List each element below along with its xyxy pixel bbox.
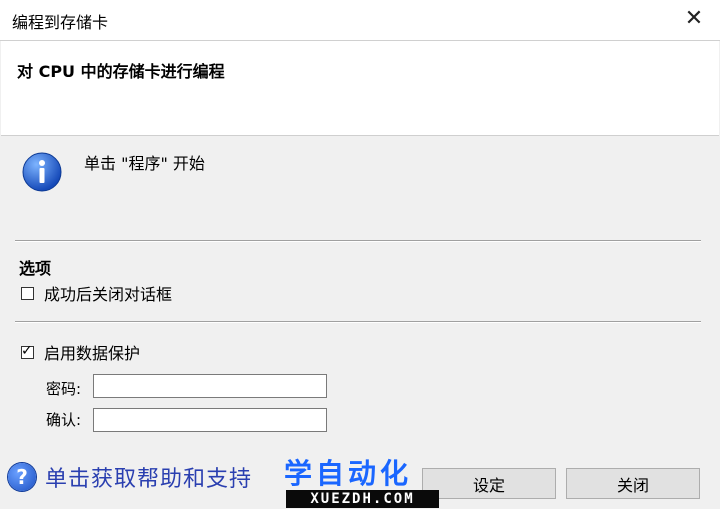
- help-link[interactable]: ? 单击获取帮助和支持: [8, 461, 252, 493]
- window-title: 编程到存储卡: [12, 13, 109, 32]
- close-on-success-label: 成功后关闭对话框: [44, 285, 173, 304]
- info-icon: [22, 152, 62, 192]
- set-button[interactable]: 设定: [422, 468, 556, 499]
- confirm-password-field[interactable]: [93, 408, 327, 432]
- enable-protection-checkbox[interactable]: ✓ 启用数据保护: [21, 340, 140, 364]
- header-title: 对 CPU 中的存储卡进行编程: [17, 62, 225, 81]
- password-field[interactable]: [93, 374, 327, 398]
- options-section-title: 选项: [19, 259, 52, 278]
- watermark-logo-en: XUEZDH.COM: [286, 490, 439, 508]
- checkbox-box[interactable]: [21, 286, 34, 300]
- close-on-success-checkbox[interactable]: 成功后关闭对话框: [21, 281, 172, 305]
- title-bar: 编程到存储卡 ✕: [0, 0, 720, 41]
- enable-protection-label: 启用数据保护: [44, 344, 141, 363]
- watermark-logo-cn: 学自动化: [284, 457, 413, 490]
- password-label: 密码:: [46, 380, 82, 398]
- checkbox-box-checked[interactable]: ✓: [21, 343, 34, 359]
- instruction-text: 单击 "程序" 开始: [84, 154, 205, 173]
- help-link-text[interactable]: 单击获取帮助和支持: [45, 461, 252, 493]
- check-icon: ✓: [21, 342, 33, 359]
- confirm-label: 确认:: [46, 411, 82, 429]
- question-icon: ?: [8, 463, 36, 491]
- close-icon[interactable]: ✕: [678, 4, 710, 34]
- divider: [15, 321, 701, 323]
- close-button[interactable]: 关闭: [566, 468, 700, 499]
- header-panel: 对 CPU 中的存储卡进行编程: [1, 41, 719, 136]
- divider: [15, 240, 701, 242]
